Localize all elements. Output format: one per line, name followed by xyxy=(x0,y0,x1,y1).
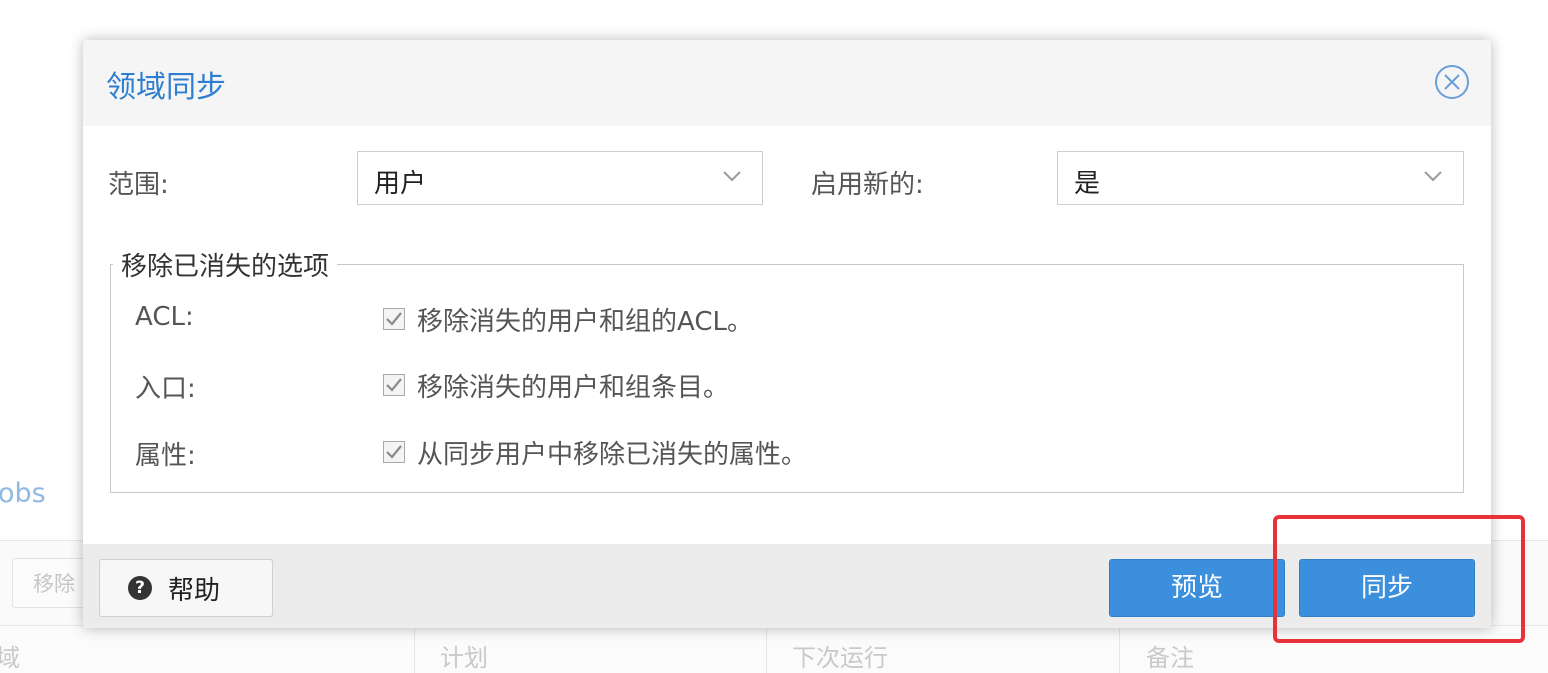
entry-checkbox-label: 移除消失的用户和组条目。 xyxy=(417,372,730,403)
background-column-next-run: 下次运行 xyxy=(792,644,888,672)
dialog-header: 领域同步 xyxy=(83,40,1491,126)
dialog-footer: ? 帮助 预览 同步 xyxy=(83,544,1491,628)
chevron-down-icon xyxy=(723,171,741,182)
dialog-title: 领域同步 xyxy=(106,70,226,105)
help-button-label: 帮助 xyxy=(168,575,221,606)
question-circle-icon: ? xyxy=(128,576,152,600)
checkbox-box[interactable] xyxy=(383,374,405,396)
enable-new-select-value: 是 xyxy=(1074,169,1101,199)
checkmark-icon xyxy=(386,445,402,459)
acl-checkbox[interactable]: 移除消失的用户和组的ACL。 xyxy=(383,302,753,337)
realm-sync-dialog: 领域同步 范围: 用户 启用新的: 是 移除已消失的选项 ACL: 移除消失的用… xyxy=(83,40,1491,628)
properties-checkbox-label: 从同步用户中移除已消失的属性。 xyxy=(417,439,808,470)
help-button[interactable]: ? 帮助 xyxy=(99,559,273,617)
background-grid-header: 域 计划 下次运行 备注 xyxy=(0,625,1548,673)
acl-checkbox-label: 移除消失的用户和组的ACL。 xyxy=(417,306,753,337)
background-column-realm: 域 xyxy=(0,644,20,672)
background-column-comment: 备注 xyxy=(1146,644,1194,672)
checkbox-box[interactable] xyxy=(383,308,405,330)
column-divider xyxy=(414,626,415,673)
column-divider xyxy=(766,626,767,673)
preview-button[interactable]: 预览 xyxy=(1109,559,1285,617)
scope-select[interactable]: 用户 xyxy=(357,151,763,205)
close-circle-icon[interactable] xyxy=(1434,64,1470,100)
enable-new-select[interactable]: 是 xyxy=(1057,151,1464,205)
entry-label: 入口: xyxy=(135,374,196,404)
sync-button[interactable]: 同步 xyxy=(1299,559,1475,617)
enable-new-label: 启用新的: xyxy=(811,170,924,200)
checkmark-icon xyxy=(386,312,402,326)
checkbox-box[interactable] xyxy=(383,441,405,463)
checkmark-icon xyxy=(386,378,402,392)
remove-vanished-legend: 移除已消失的选项 xyxy=(113,246,338,283)
properties-checkbox[interactable]: 从同步用户中移除已消失的属性。 xyxy=(383,435,808,470)
acl-label: ACL: xyxy=(135,302,194,332)
background-column-schedule: 计划 xyxy=(440,644,488,672)
background-remove-button: 移除 xyxy=(12,558,92,608)
scope-select-value: 用户 xyxy=(374,169,427,199)
entry-checkbox[interactable]: 移除消失的用户和组条目。 xyxy=(383,368,730,403)
scope-label: 范围: xyxy=(108,170,169,200)
column-divider xyxy=(1119,626,1120,673)
chevron-down-icon xyxy=(1424,171,1442,182)
properties-label: 属性: xyxy=(135,441,196,471)
background-panel-title: obs xyxy=(0,478,46,509)
